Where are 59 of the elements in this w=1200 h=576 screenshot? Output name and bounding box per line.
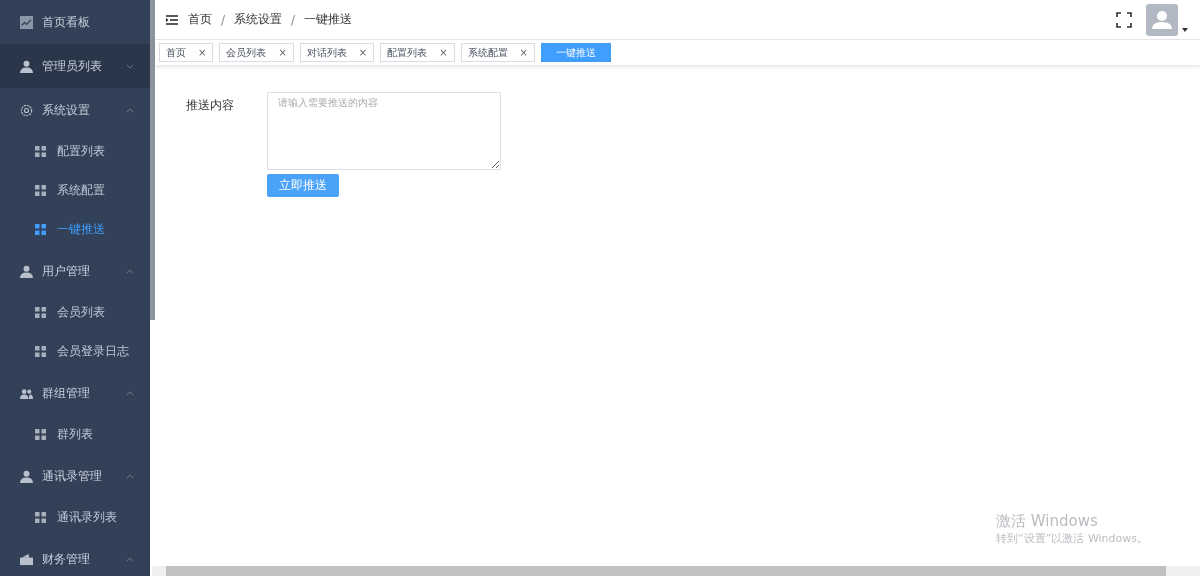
grid-icon xyxy=(35,307,46,318)
submenu-item[interactable]: 一键推送 xyxy=(0,210,150,249)
chart-icon xyxy=(20,15,33,29)
tab[interactable]: 配置列表 × xyxy=(380,43,455,62)
group-icon xyxy=(20,386,33,400)
tab[interactable]: 首页 × xyxy=(159,43,214,62)
grid-icon xyxy=(35,346,46,357)
submenu-item[interactable]: 会员列表 xyxy=(0,293,150,332)
submenu-item[interactable]: 会员登录日志 xyxy=(0,332,150,371)
tab[interactable]: 对话列表 × xyxy=(299,43,375,62)
menu-label: 用户管理 xyxy=(42,262,91,280)
menu-label: 财务管理 xyxy=(42,550,91,568)
scrollbar[interactable] xyxy=(152,566,1200,576)
wallet-icon xyxy=(20,552,33,566)
menu-label: 首页看板 xyxy=(42,13,91,31)
menu-label: 系统设置 xyxy=(42,101,91,119)
close-icon[interactable]: × xyxy=(439,47,448,58)
grid-icon xyxy=(35,512,46,523)
submenu-item[interactable]: 群列表 xyxy=(0,415,150,454)
tab[interactable]: 会员列表 × xyxy=(219,43,294,62)
menu-item[interactable]: 财务管理 xyxy=(0,537,150,576)
scrollbar[interactable] xyxy=(150,0,155,320)
activation-title: 激活 Windows xyxy=(996,512,1099,531)
user-icon xyxy=(20,469,33,483)
breadcrumb-item[interactable]: 系统设置 xyxy=(234,11,283,28)
tab[interactable]: 系统配置 × xyxy=(460,43,535,62)
caret-icon[interactable] xyxy=(1182,27,1188,32)
breadcrumb-item[interactable]: 一键推送 xyxy=(304,11,353,28)
grid-icon xyxy=(35,185,46,196)
menu-item[interactable]: 系统设置 xyxy=(0,88,150,132)
close-icon[interactable]: × xyxy=(198,47,207,58)
close-icon[interactable]: × xyxy=(278,47,287,58)
submenu-item[interactable]: 系统配置 xyxy=(0,171,150,210)
close-icon[interactable]: × xyxy=(519,47,528,58)
menu-label: 群组管理 xyxy=(42,384,91,402)
grid-icon xyxy=(35,224,46,235)
activation-text: 转到“设置”以激活 Windows。 xyxy=(996,531,1148,546)
submenu-item[interactable]: 通讯录列表 xyxy=(0,498,150,537)
breadcrumb-separator: / xyxy=(291,12,296,27)
grid-icon xyxy=(35,146,46,157)
submenu-item[interactable]: 配置列表 xyxy=(0,132,150,171)
grid-icon xyxy=(35,429,46,440)
field-label: 推送内容 xyxy=(186,97,235,114)
user-icon xyxy=(20,264,33,278)
breadcrumb-item[interactable]: 首页 xyxy=(188,11,212,28)
menu-item[interactable]: 用户管理 xyxy=(0,249,150,293)
menu-item[interactable]: 群组管理 xyxy=(0,371,150,415)
input-field[interactable]: 请输入需要推送的内容 xyxy=(267,92,501,170)
fullscreen-icon[interactable] xyxy=(1116,11,1132,28)
menu-icon[interactable] xyxy=(166,14,178,25)
user-icon xyxy=(20,59,33,73)
menu-item[interactable]: 首页看板 xyxy=(0,0,150,44)
close-icon[interactable]: × xyxy=(358,47,368,58)
gear-icon xyxy=(20,103,33,117)
menu-item[interactable]: 管理员列表 xyxy=(0,44,150,88)
menu-label: 通讯录管理 xyxy=(42,467,103,485)
menu-item[interactable]: 通讯录管理 xyxy=(0,454,150,498)
breadcrumb-separator: / xyxy=(221,12,226,27)
menu-label: 管理员列表 xyxy=(42,57,103,75)
